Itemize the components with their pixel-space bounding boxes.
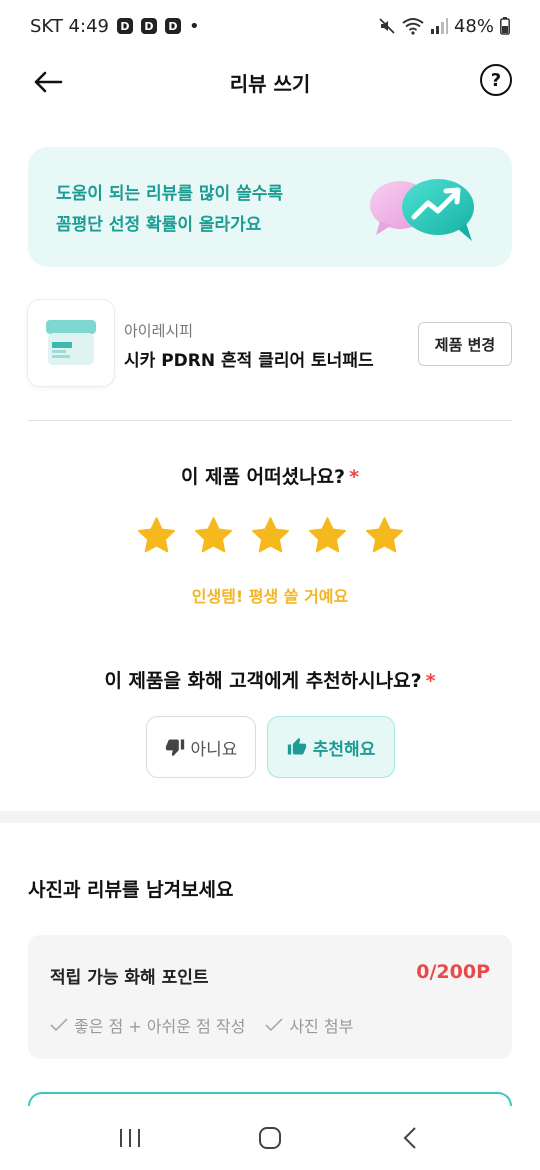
- recommend-question: 이 제품을 화해 고객에게 추천하시나요? *: [0, 666, 540, 693]
- signal-icon: [430, 18, 448, 34]
- status-bar: SKT 4:49 D D D • 48%: [0, 0, 540, 52]
- carrier-time: SKT 4:49: [30, 15, 109, 37]
- points-card: 적립 가능 화해 포인트 0/200P 좋은 점 + 아쉬운 점 작성 사진 첨…: [28, 935, 512, 1059]
- page-title: 리뷰 쓰기: [229, 72, 311, 96]
- recent-apps-icon: [120, 1129, 140, 1147]
- recommend-question-text: 이 제품을 화해 고객에게 추천하시나요?: [104, 670, 422, 692]
- star-3-icon[interactable]: [250, 515, 291, 556]
- product-name: 시카 PDRN 흔적 클리어 토너패드: [124, 351, 374, 371]
- home-button[interactable]: [245, 1113, 295, 1163]
- requirement-label: 사진 첨부: [289, 1017, 354, 1036]
- requirement-item: 좋은 점 + 아쉬운 점 작성: [50, 1013, 245, 1037]
- product-brand: 아이레시피: [124, 322, 194, 340]
- chevron-left-icon: [403, 1127, 416, 1149]
- rating-label: 인생템! 평생 쓸 거예요: [191, 587, 349, 606]
- help-button[interactable]: ?: [480, 64, 512, 96]
- product-image: [28, 300, 114, 386]
- notification-d-icon: D: [116, 18, 133, 34]
- rating-question: 이 제품 어떠셨나요? *: [0, 462, 540, 489]
- section-divider: [0, 811, 540, 823]
- system-nav-bar: [0, 1106, 540, 1170]
- recommend-yes-label: 추천해요: [312, 739, 376, 760]
- star-rating: [0, 515, 540, 556]
- status-right: 48%: [378, 16, 510, 37]
- star-2-icon[interactable]: [193, 515, 234, 556]
- points-requirements: 좋은 점 + 아쉬운 점 작성 사진 첨부: [50, 1013, 353, 1037]
- change-product-button[interactable]: 제품 변경: [418, 322, 512, 366]
- requirement-item: 사진 첨부: [265, 1013, 353, 1037]
- banner-text: 도움이 되는 리뷰를 많이 쓸수록 꼼평단 선정 확률이 올라가요: [56, 179, 283, 241]
- home-icon: [259, 1127, 281, 1149]
- required-mark: *: [349, 466, 360, 488]
- notification-d-icon: D: [164, 18, 181, 34]
- recommend-no-button[interactable]: 아니요: [146, 716, 256, 778]
- battery-percent: 48%: [453, 15, 494, 37]
- banner-line-2: 꼼평단 선정 확률이 올라가요: [56, 215, 262, 235]
- notification-d-icon: D: [140, 18, 157, 34]
- star-5-icon[interactable]: [364, 515, 405, 556]
- recent-apps-button[interactable]: [105, 1113, 155, 1163]
- star-1-icon[interactable]: [136, 515, 177, 556]
- chat-bubbles-trend-icon: [370, 179, 474, 241]
- recommend-yes-button[interactable]: 추천해요: [267, 716, 395, 778]
- product-card: 아이레시피 시카 PDRN 흔적 클리어 토너패드 제품 변경: [28, 300, 512, 388]
- recommend-no-label: 아니요: [190, 739, 238, 760]
- check-icon: [265, 1018, 283, 1032]
- toner-pad-jar-image: [46, 320, 96, 365]
- app-header: 리뷰 쓰기 ?: [0, 52, 540, 112]
- battery-icon: [500, 17, 510, 35]
- wifi-icon: [402, 18, 424, 35]
- promo-banner[interactable]: 도움이 되는 리뷰를 많이 쓸수록 꼼평단 선정 확률이 올라가요: [28, 147, 512, 267]
- requirement-label: 좋은 점 + 아쉬운 점 작성: [74, 1017, 246, 1036]
- star-4-icon[interactable]: [307, 515, 348, 556]
- system-back-button[interactable]: [385, 1113, 435, 1163]
- divider: [28, 420, 512, 421]
- status-left: SKT 4:49 D D D •: [30, 16, 200, 37]
- notification-dot: •: [188, 15, 200, 37]
- banner-line-1: 도움이 되는 리뷰를 많이 쓸수록: [56, 184, 283, 204]
- review-section-title: 사진과 리뷰를 남겨보세요: [28, 879, 234, 901]
- mute-icon: [379, 18, 395, 34]
- required-mark: *: [425, 670, 436, 692]
- check-icon: [50, 1018, 68, 1032]
- thumbs-down-icon: [165, 739, 184, 757]
- thumbs-up-icon: [287, 737, 306, 755]
- rating-question-text: 이 제품 어떠셨나요?: [180, 466, 346, 488]
- points-value: 0/200P: [416, 961, 490, 983]
- points-label: 적립 가능 화해 포인트: [50, 968, 209, 988]
